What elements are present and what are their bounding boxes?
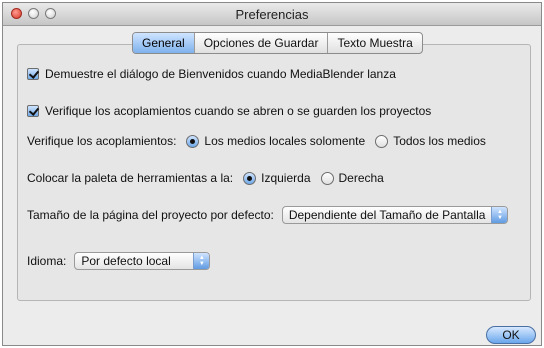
radio-local-media[interactable] (186, 134, 200, 148)
verify-scope-label: Verifique los acoplamientos: (27, 134, 177, 148)
radio-local-media-label: Los medios locales solomente (204, 134, 366, 148)
radio-left[interactable] (243, 171, 257, 185)
palette-position-row: Colocar la paleta de herramientas a la: … (27, 171, 386, 185)
language-popup[interactable]: Por defecto local ▲ ▼ (74, 252, 211, 270)
up-down-arrows-icon: ▲ ▼ (193, 253, 210, 269)
window-title: Preferencias (235, 7, 309, 22)
ok-button[interactable]: OK (486, 326, 536, 344)
welcome-checkbox-label: Demuestre el diálogo de Bienvenidos cuan… (45, 67, 396, 81)
tab-general[interactable]: General (133, 33, 195, 53)
palette-position-label: Colocar la paleta de herramientas a la: (27, 171, 234, 185)
page-size-row: Tamaño de la página del proyecto por def… (27, 206, 509, 224)
verify-checkbox-label: Verifique los acoplamientos cuando se ab… (45, 104, 432, 118)
language-row: Idioma: Por defecto local ▲ ▼ (27, 252, 211, 270)
page-size-value: Dependiente del Tamaño de Pantalla (288, 208, 486, 222)
tab-bar: General Opciones de Guardar Texto Muestr… (132, 32, 423, 54)
welcome-checkbox[interactable] (27, 68, 39, 80)
tab-save-options[interactable]: Opciones de Guardar (195, 33, 329, 53)
radio-all-media-label: Todos los medios (393, 134, 486, 148)
verify-checkbox[interactable] (27, 105, 39, 117)
radio-right-label: Derecha (338, 171, 384, 185)
up-down-arrows-icon: ▲ ▼ (491, 207, 508, 223)
welcome-row: Demuestre el diálogo de Bienvenidos cuan… (27, 67, 398, 81)
verify-row: Verifique los acoplamientos cuando se ab… (27, 104, 433, 118)
language-value: Por defecto local (81, 254, 171, 268)
verify-scope-row: Verifique los acoplamientos: Los medios … (27, 134, 488, 148)
tab-sample-text[interactable]: Texto Muestra (328, 33, 421, 53)
radio-all-media[interactable] (375, 134, 389, 148)
page-size-label: Tamaño de la página del proyecto por def… (27, 208, 274, 222)
radio-left-label: Izquierda (261, 171, 311, 185)
language-label: Idioma: (27, 254, 67, 268)
radio-dot-icon (247, 175, 253, 181)
radio-right[interactable] (320, 171, 334, 185)
title-bar[interactable]: Preferencias (3, 3, 541, 26)
page-size-popup[interactable]: Dependiente del Tamaño de Pantalla ▲ ▼ (281, 206, 509, 224)
radio-dot-icon (190, 138, 196, 144)
